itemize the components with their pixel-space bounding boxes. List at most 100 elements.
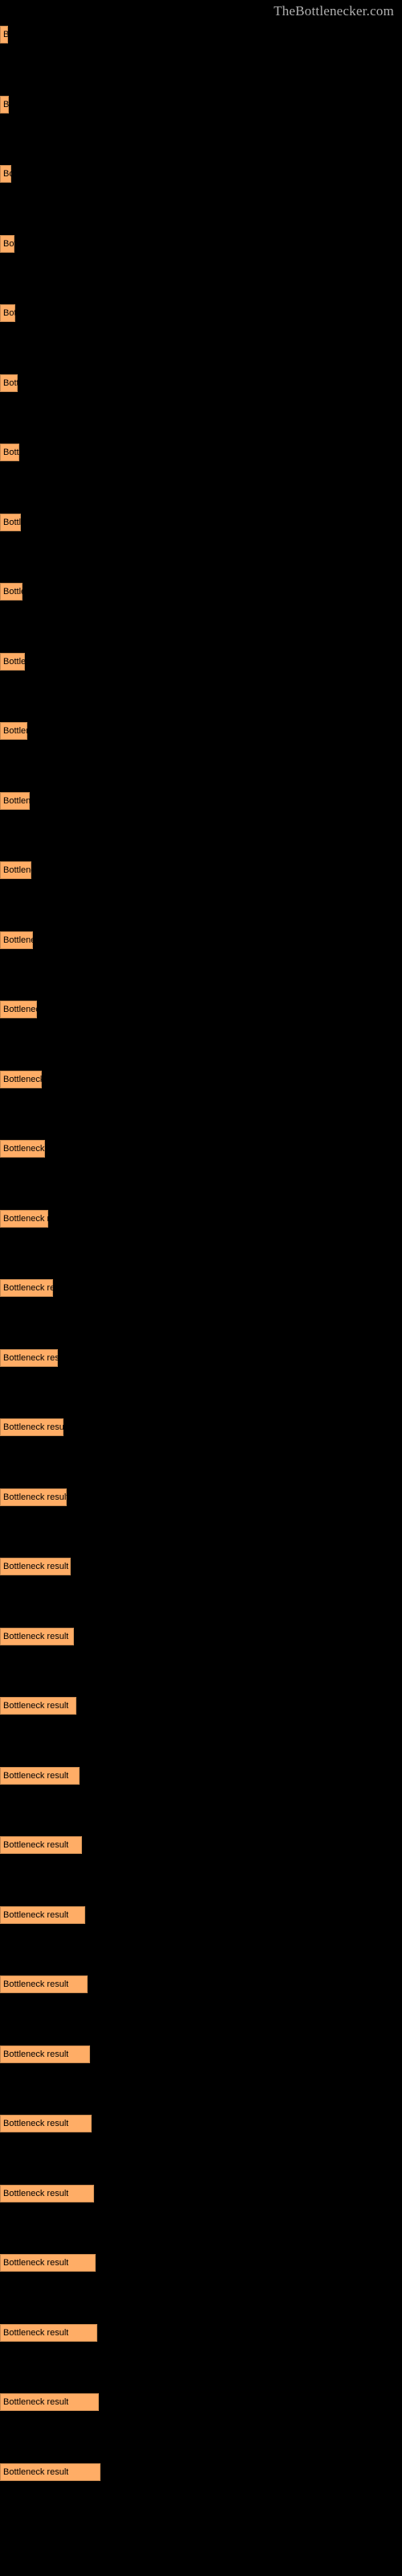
bar-row: Bottleneck result: [0, 1488, 67, 1506]
bar-row: Bottleneck result: [0, 791, 30, 810]
bar-label-clip: Bottleneck result: [0, 1001, 37, 1018]
bar-label: Bottleneck result: [3, 656, 25, 667]
bar-label-clip: Bottleneck result: [0, 861, 31, 879]
bar-label-clip: Bottleneck result: [0, 931, 33, 949]
bar-row: Bottleneck result: [0, 1766, 80, 1785]
bar-label: Bottleneck result: [3, 238, 14, 249]
bar-label: Bottleneck result: [3, 865, 31, 875]
bar-label-clip: Bottleneck result: [0, 1279, 53, 1297]
bar-label: Bottleneck result: [3, 1492, 67, 1502]
bar-label-clip: Bottleneck result: [0, 374, 18, 392]
bar-row: Bottleneck result: [0, 1975, 88, 1993]
bar-row: Bottleneck result: [0, 95, 9, 114]
bar-label: Bottleneck result: [3, 1979, 69, 1989]
bar-row: Bottleneck result: [0, 1348, 58, 1367]
bar-label: Bottleneck result: [3, 517, 21, 527]
bar-label-clip: Bottleneck result: [0, 2254, 96, 2272]
bar-row: Bottleneck result: [0, 1279, 53, 1297]
site-title: TheBottlenecker.com: [273, 3, 394, 19]
bar-label: Bottleneck result: [3, 1770, 69, 1781]
bar-label: Bottleneck result: [3, 1283, 53, 1293]
bar-row: Bottleneck result: [0, 304, 15, 322]
bar-label-clip: Bottleneck result: [0, 1488, 67, 1506]
bar-label: Bottleneck result: [3, 30, 8, 39]
bar-label: Bottleneck result: [3, 587, 23, 597]
bar-row: Bottleneck result: [0, 374, 18, 392]
bar-label: Bottleneck result: [3, 2049, 69, 2059]
bar-label: Bottleneck result: [3, 1909, 69, 1920]
bar-label-clip: Bottleneck result: [0, 1349, 58, 1367]
bar-label: Bottleneck result: [3, 1352, 58, 1363]
bar-row: Bottleneck result: [0, 583, 23, 601]
bar-label: Bottleneck result: [3, 378, 18, 388]
bar-label-clip: Bottleneck result: [0, 2115, 92, 2132]
bar-row: Bottleneck result: [0, 165, 11, 183]
bar-row: Bottleneck result: [0, 1627, 74, 1645]
bar-label: Bottleneck result: [3, 308, 15, 318]
bar-label: Bottleneck result: [3, 2397, 69, 2407]
bar-label-clip: Bottleneck result: [0, 2185, 94, 2202]
bar-label-clip: Bottleneck result: [0, 722, 27, 740]
bar-label-clip: Bottleneck result: [0, 514, 21, 531]
bar-row: Bottleneck result: [0, 1905, 85, 1924]
bar-row: Bottleneck result: [0, 861, 31, 879]
bar-row: Bottleneck result: [0, 2323, 97, 2342]
bar-label: Bottleneck result: [3, 2467, 69, 2477]
bar-row: Bottleneck result: [0, 513, 21, 531]
bar-label: Bottleneck result: [3, 99, 9, 109]
bar-label: Bottleneck result: [3, 1005, 37, 1014]
bar-label-clip: Bottleneck result: [0, 1210, 48, 1228]
bar-row: Bottleneck result: [0, 1140, 45, 1158]
bar-label-clip: Bottleneck result: [0, 583, 23, 601]
bar-label: Bottleneck result: [3, 1631, 69, 1641]
bar-label-clip: Bottleneck result: [0, 444, 19, 461]
bar-label-clip: Bottleneck result: [0, 792, 30, 810]
bar-label-clip: Bottleneck result: [0, 1697, 76, 1715]
bar-label-clip: Bottleneck result: [0, 165, 11, 183]
bar-label-clip: Bottleneck result: [0, 26, 8, 43]
bar-row: Bottleneck result: [0, 1418, 64, 1436]
bar-row: Bottleneck result: [0, 1697, 76, 1715]
bar-label: Bottleneck result: [3, 1144, 45, 1154]
bar-label-clip: Bottleneck result: [0, 1906, 85, 1924]
bar-label-clip: Bottleneck result: [0, 1628, 74, 1645]
bar-label-clip: Bottleneck result: [0, 653, 25, 671]
bar-row: Bottleneck result: [0, 722, 27, 740]
bar-label-clip: Bottleneck result: [0, 2463, 100, 2481]
bar-label: Bottleneck result: [3, 1074, 42, 1084]
bar-label-clip: Bottleneck result: [0, 2046, 90, 2063]
bar-row: Bottleneck result: [0, 444, 19, 461]
bar-row: Bottleneck result: [0, 1070, 42, 1088]
bar-label-clip: Bottleneck result: [0, 1558, 71, 1575]
bar-label-clip: Bottleneck result: [0, 1140, 45, 1158]
bar-label-clip: Bottleneck result: [0, 1767, 80, 1785]
bar-row: Bottleneck result: [0, 2184, 94, 2202]
bar-label-clip: Bottleneck result: [0, 304, 15, 322]
bar-row: Bottleneck result: [0, 1558, 71, 1575]
bar-label: Bottleneck result: [3, 2188, 69, 2198]
bar-label: Bottleneck result: [3, 1422, 64, 1432]
bar-label-clip: Bottleneck result: [0, 235, 14, 253]
bar-label-clip: Bottleneck result: [0, 1836, 82, 1854]
bar-row: Bottleneck result: [0, 2254, 96, 2272]
bar-row: Bottleneck result: [0, 2462, 100, 2481]
bar-label: Bottleneck result: [3, 1701, 69, 1711]
bar-label-clip: Bottleneck result: [0, 2393, 99, 2411]
bar-label: Bottleneck result: [3, 169, 11, 179]
bar-label: Bottleneck result: [3, 1213, 48, 1224]
bar-label: Bottleneck result: [3, 2327, 69, 2338]
bar-label: Bottleneck result: [3, 2119, 69, 2128]
bar-label: Bottleneck result: [3, 795, 30, 806]
bar-row: Bottleneck result: [0, 931, 33, 949]
bar-label: Bottleneck result: [3, 726, 27, 736]
bar-label-clip: Bottleneck result: [0, 1975, 88, 1993]
bar-row: Bottleneck result: [0, 1001, 37, 1018]
bar-row: Bottleneck result: [0, 1836, 82, 1854]
bar-row: Bottleneck result: [0, 652, 25, 671]
bar-label: Bottleneck result: [3, 1562, 69, 1571]
bar-chart: Bottleneck result Bottleneck result Bottle…: [0, 23, 402, 2576]
bar-row: Bottleneck result: [0, 1209, 48, 1228]
bar-label-clip: Bottleneck result: [0, 96, 9, 114]
bar-row: Bottleneck result: [0, 2115, 92, 2132]
bar-label: Bottleneck result: [3, 1840, 69, 1850]
